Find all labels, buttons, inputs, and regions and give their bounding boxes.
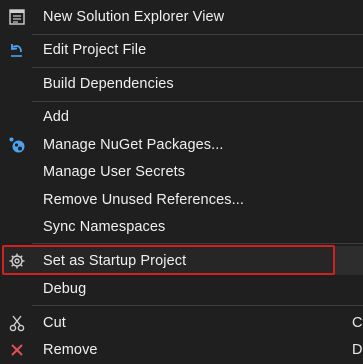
menu-item-edit-project-file[interactable]: Edit Project File: [0, 36, 363, 64]
gear-icon: [9, 253, 25, 269]
menu-item-label: Build Dependencies: [43, 76, 174, 92]
menu-item-cut[interactable]: Cut Ct: [0, 309, 363, 337]
menu-item-remove-unused-references[interactable]: Remove Unused References...: [0, 186, 363, 214]
edit-arrow-icon: [11, 44, 22, 57]
menu-item-set-as-startup-project[interactable]: Set as Startup Project: [0, 247, 363, 275]
menu-item-sync-namespaces[interactable]: Sync Namespaces: [0, 213, 363, 241]
remove-x-icon: [11, 344, 23, 356]
menu-item-label: Sync Namespaces: [43, 219, 166, 235]
menu-item-label: Remove Unused References...: [43, 192, 244, 208]
scissors-icon: [9, 315, 25, 332]
context-menu: New Solution Explorer View Edit Project …: [0, 0, 363, 358]
menu-separator: [32, 101, 363, 102]
menu-item-manage-user-secrets[interactable]: Manage User Secrets: [0, 158, 363, 186]
menu-separator: [32, 305, 363, 306]
menu-item-label: Add: [43, 109, 70, 125]
menu-item-label: Set as Startup Project: [43, 253, 187, 269]
menu-separator: [32, 34, 363, 35]
menu-item-label: Cut: [43, 315, 66, 331]
menu-item-label: Debug: [43, 281, 87, 297]
menu-separator: [32, 67, 363, 68]
menu-item-debug[interactable]: Debug: [0, 275, 363, 303]
menu-item-build-dependencies[interactable]: Build Dependencies: [0, 70, 363, 98]
menu-item-remove[interactable]: Remove D: [0, 336, 363, 364]
menu-item-new-solution-explorer-view[interactable]: New Solution Explorer View: [0, 3, 363, 31]
menu-item-manage-nuget-packages[interactable]: Manage NuGet Packages...: [0, 131, 363, 159]
menu-item-label: Remove: [43, 342, 98, 358]
menu-item-add[interactable]: Add: [0, 103, 363, 131]
menu-separator: [32, 243, 363, 244]
nuget-icon: [9, 137, 25, 153]
solution-explorer-icon: [9, 9, 25, 25]
menu-item-label: New Solution Explorer View: [43, 9, 225, 25]
menu-item-label: Edit Project File: [43, 42, 147, 58]
menu-item-shortcut: Ct: [352, 315, 363, 331]
menu-item-label: Manage User Secrets: [43, 164, 186, 180]
menu-item-label: Manage NuGet Packages...: [43, 137, 224, 153]
menu-item-shortcut: D: [352, 342, 363, 358]
